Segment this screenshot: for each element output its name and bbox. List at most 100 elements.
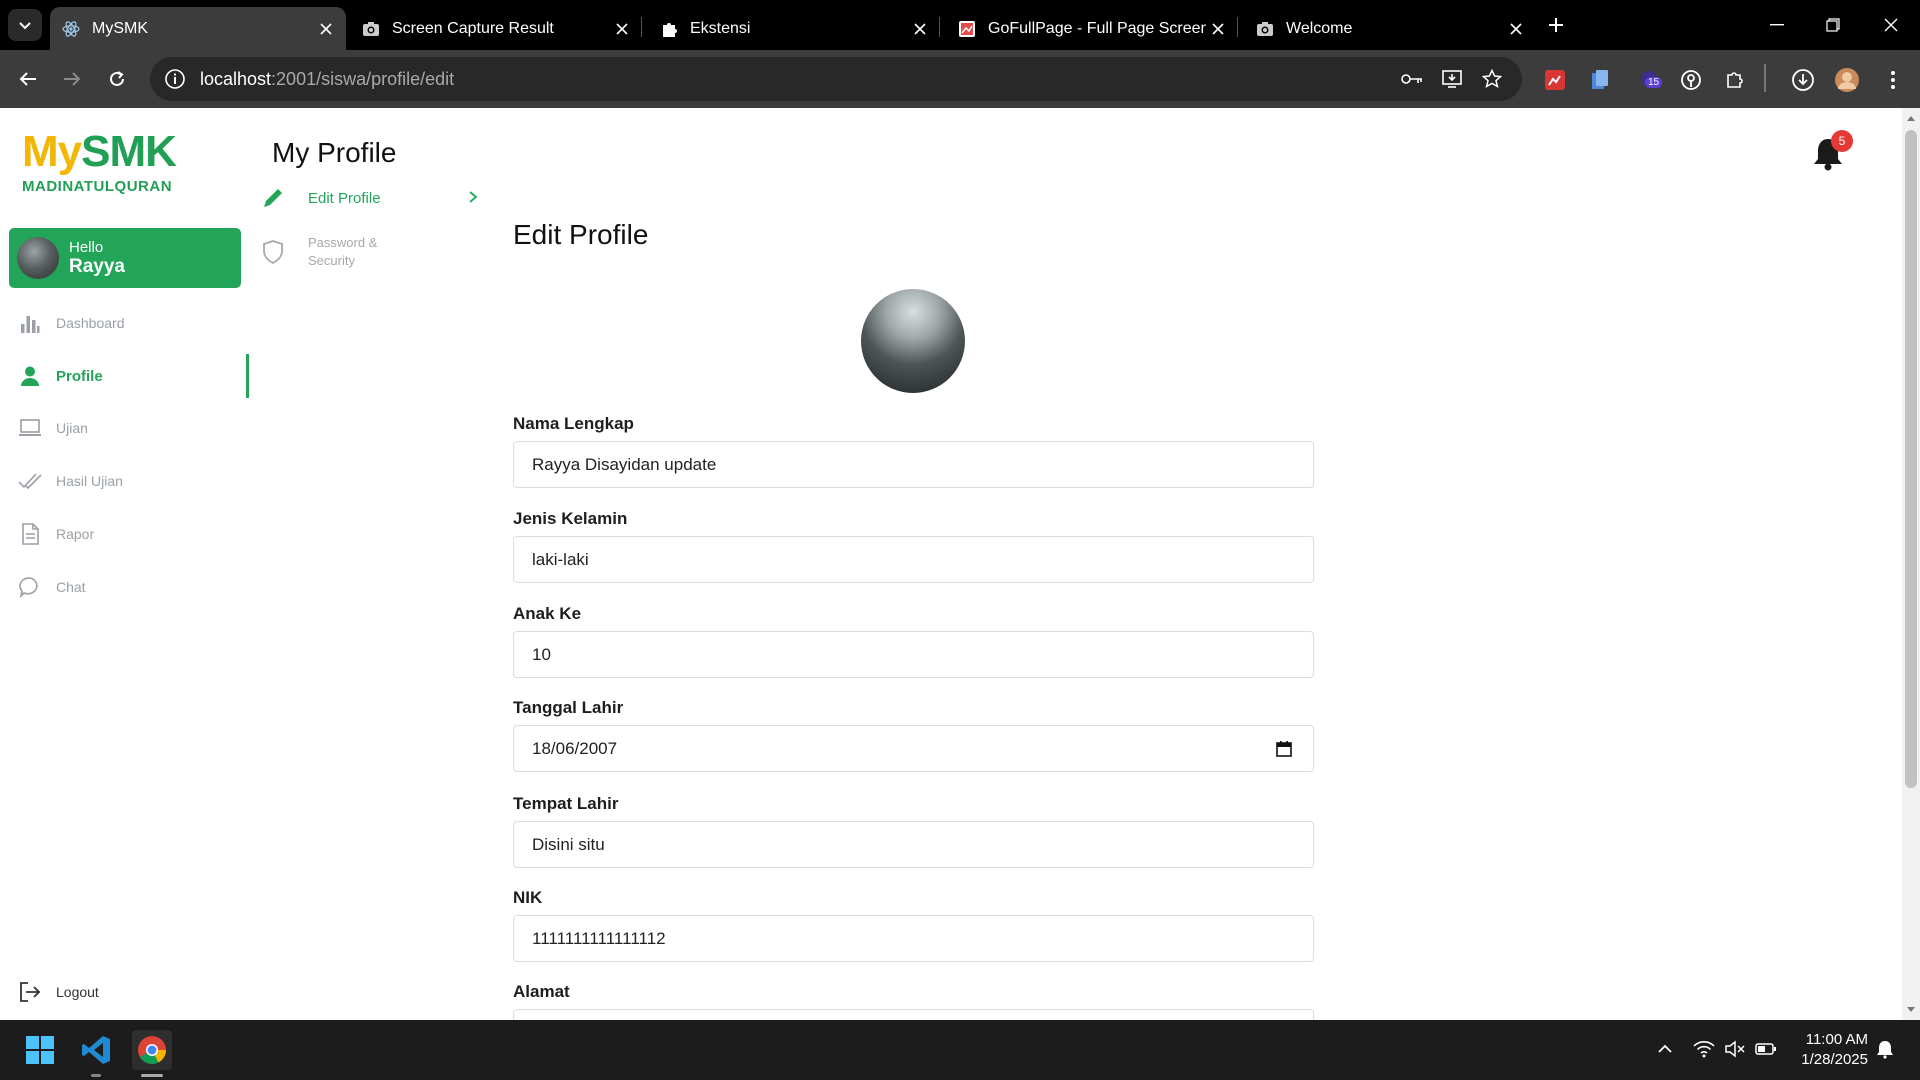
- browser-tab-mysmk[interactable]: MySMK: [50, 7, 346, 50]
- jenis-kelamin-input[interactable]: laki-laki: [513, 536, 1314, 583]
- restore-button[interactable]: [1813, 10, 1853, 40]
- vscode-icon: [82, 1036, 110, 1064]
- submenu-label-line1: Password &: [308, 235, 378, 250]
- calendar-icon[interactable]: [1275, 740, 1293, 758]
- browser-tab-gofullpage[interactable]: GoFullPage - Full Page Screen C: [946, 7, 1238, 50]
- field-label-tempat-lahir: Tempat Lahir: [513, 794, 619, 813]
- volume-muted-icon[interactable]: [1724, 1038, 1746, 1060]
- close-icon[interactable]: [610, 17, 634, 41]
- tab-search-button[interactable]: [8, 9, 42, 41]
- page-title: My Profile: [272, 137, 397, 168]
- downloads-icon[interactable]: [1790, 67, 1816, 93]
- greeting-text: Hello: [69, 238, 104, 256]
- profile-avatar-icon[interactable]: [1834, 67, 1860, 93]
- close-window-button[interactable]: [1871, 10, 1911, 40]
- sidebar-item-ujian[interactable]: Ujian: [18, 412, 88, 444]
- sidebar-item-rapor[interactable]: Rapor: [18, 518, 94, 550]
- puzzle-icon: [660, 20, 678, 38]
- profile-photo[interactable]: [861, 289, 965, 393]
- camera-icon: [362, 20, 380, 38]
- logout-label: Logout: [56, 984, 99, 1000]
- tempat-lahir-input[interactable]: Disini situ: [513, 821, 1314, 868]
- browser-tab-screen-capture[interactable]: Screen Capture Result: [350, 7, 642, 50]
- windows-icon: [26, 1036, 54, 1064]
- app-viewport: MySMK MADINATULQURAN Hello Rayya Dashboa…: [0, 108, 1902, 1056]
- show-hidden-icons-button[interactable]: [1654, 1038, 1676, 1060]
- install-app-icon[interactable]: [1440, 67, 1464, 91]
- extension-with-badge-icon[interactable]: 15: [1637, 67, 1663, 93]
- logout-icon: [18, 980, 42, 1004]
- minimize-icon: [1770, 24, 1784, 26]
- submenu-label-line2: Security: [308, 253, 355, 268]
- scrollbar-thumb[interactable]: [1905, 130, 1917, 788]
- new-tab-button[interactable]: [1543, 12, 1569, 38]
- key-icon[interactable]: [1400, 67, 1424, 91]
- scroll-up-icon[interactable]: [1906, 114, 1916, 124]
- minimize-button[interactable]: [1757, 10, 1797, 40]
- field-label-jenis-kelamin: Jenis Kelamin: [513, 509, 628, 528]
- battery-icon[interactable]: [1755, 1038, 1777, 1060]
- react-icon: [62, 20, 80, 38]
- sidebar-item-chat[interactable]: Chat: [18, 571, 86, 603]
- address-bar[interactable]: localhost:2001/siswa/profile/edit: [150, 57, 1522, 101]
- files-extension-icon[interactable]: [1587, 67, 1613, 93]
- os-taskbar: 11:00 AM 1/28/2025: [0, 1020, 1920, 1080]
- tab-label: GoFullPage - Full Page Screen C: [988, 19, 1206, 37]
- reload-icon: [110, 71, 124, 86]
- tab-separator: [641, 17, 642, 37]
- tab-label: Welcome: [1286, 19, 1353, 37]
- gofullpage-extension-icon[interactable]: [1542, 67, 1568, 93]
- chrome-taskbar-button[interactable]: [132, 1030, 172, 1070]
- close-icon[interactable]: [1504, 17, 1528, 41]
- url-host: localhost: [200, 68, 272, 89]
- bar-chart-icon: [18, 311, 42, 335]
- scroll-down-icon[interactable]: [1906, 1004, 1916, 1014]
- arrow-right-icon: [64, 72, 81, 86]
- user-greeting-card[interactable]: Hello Rayya: [9, 228, 241, 288]
- notification-center-icon[interactable]: [1874, 1038, 1896, 1060]
- page-scrollbar[interactable]: [1902, 108, 1920, 1020]
- back-button[interactable]: [12, 63, 44, 95]
- browser-tab-ekstensi[interactable]: Ekstensi: [648, 7, 940, 50]
- browser-toolbar: localhost:2001/siswa/profile/edit 15: [0, 50, 1920, 108]
- chrome-menu-icon[interactable]: [1880, 67, 1906, 93]
- close-icon[interactable]: [908, 17, 932, 41]
- sidebar-item-dashboard[interactable]: Dashboard: [18, 307, 125, 339]
- username-text: Rayya: [69, 255, 125, 277]
- submenu-password-security[interactable]: Password & Security: [260, 234, 377, 270]
- app-logo[interactable]: MySMK MADINATULQURAN: [22, 127, 177, 196]
- bookmark-star-icon[interactable]: [1480, 67, 1504, 91]
- anak-ke-input[interactable]: 10: [513, 631, 1314, 678]
- logo-smk: SMK: [81, 127, 177, 176]
- date-value: 18/06/2007: [532, 738, 618, 758]
- info-icon[interactable]: [164, 68, 186, 90]
- reload-button[interactable]: [101, 63, 133, 95]
- taskbar-clock[interactable]: 11:00 AM 1/28/2025: [1790, 1030, 1868, 1070]
- check-icon: [18, 469, 42, 493]
- browser-tab-welcome[interactable]: Welcome: [1244, 7, 1536, 50]
- wifi-icon[interactable]: [1693, 1038, 1715, 1060]
- extension-badge: 15: [1645, 77, 1663, 88]
- vscode-taskbar-button[interactable]: [76, 1030, 116, 1070]
- forward-button[interactable]: [56, 63, 88, 95]
- tab-label: Screen Capture Result: [392, 19, 554, 37]
- nik-input[interactable]: 1111111111111112: [513, 915, 1314, 962]
- windows-start-button[interactable]: [20, 1030, 60, 1070]
- lens-extension-icon[interactable]: [1678, 67, 1704, 93]
- sidebar-item-label: Dashboard: [56, 315, 125, 331]
- sidebar-item-profile[interactable]: Profile: [18, 360, 103, 392]
- shield-icon: [260, 239, 286, 265]
- sidebar-item-hasil-ujian[interactable]: Hasil Ujian: [18, 465, 123, 497]
- sidebar-item-label: Hasil Ujian: [56, 473, 123, 489]
- logo-school-name: MADINATULQURAN: [22, 178, 173, 195]
- pencil-icon: [260, 185, 286, 211]
- tanggal-lahir-input[interactable]: 18/06/2007: [513, 725, 1314, 772]
- extensions-puzzle-icon[interactable]: [1722, 67, 1748, 93]
- close-icon[interactable]: [1206, 17, 1230, 41]
- submenu-edit-profile[interactable]: Edit Profile: [260, 182, 381, 214]
- nama-lengkap-input[interactable]: Rayya Disayidan update: [513, 441, 1314, 488]
- url-text[interactable]: localhost:2001/siswa/profile/edit: [200, 69, 454, 90]
- logout-button[interactable]: Logout: [18, 976, 99, 1008]
- close-icon[interactable]: [314, 17, 338, 41]
- camera-icon: [1256, 20, 1274, 38]
